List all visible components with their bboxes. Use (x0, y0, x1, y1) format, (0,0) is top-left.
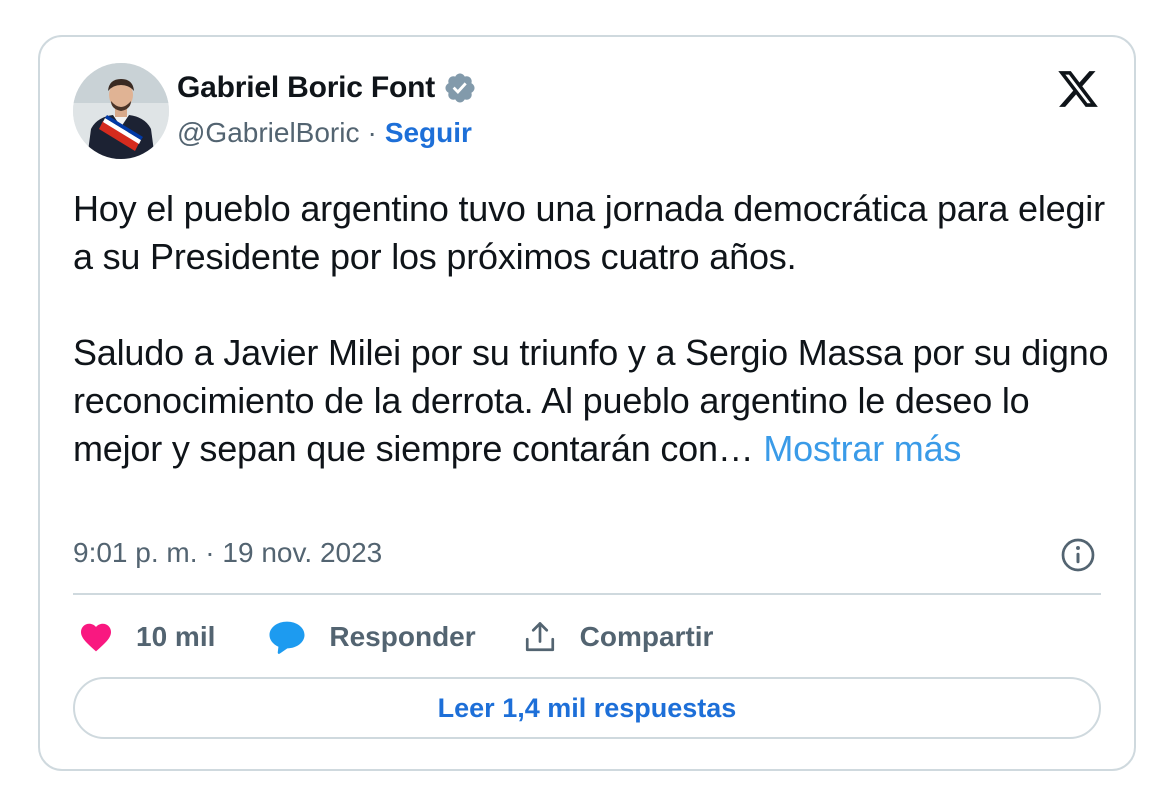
divider (73, 593, 1101, 595)
show-more-link[interactable]: Mostrar más (763, 428, 961, 469)
verified-badge-icon (443, 71, 477, 105)
read-replies-button[interactable]: Leer 1,4 mil respuestas (73, 677, 1101, 739)
avatar-photo (73, 63, 169, 159)
heart-icon (78, 619, 114, 655)
share-button[interactable]: Compartir (522, 619, 714, 655)
read-replies-label: Leer 1,4 mil respuestas (437, 692, 737, 723)
reply-label: Responder (329, 621, 476, 652)
author-handle-row: @GabrielBoric · Seguir (177, 117, 472, 149)
reply-button[interactable]: Responder (267, 618, 476, 656)
tweet-embed-card: Gabriel Boric Font @GabrielBoric · Segui… (38, 35, 1136, 771)
author-handle[interactable]: @GabrielBoric (177, 117, 359, 149)
speech-bubble-icon (267, 618, 307, 656)
tweet-paragraph-1: Hoy el pueblo argentino tuvo una jornada… (73, 188, 1105, 277)
tweet-paragraph: Saludo a Javier Milei por su triunfo y a… (73, 329, 1113, 473)
share-label: Compartir (579, 621, 714, 652)
tweet-paragraph: Hoy el pueblo argentino tuvo una jornada… (73, 185, 1113, 281)
author-name-row: Gabriel Boric Font (177, 71, 477, 105)
author-display-name[interactable]: Gabriel Boric Font (177, 71, 435, 105)
follow-link[interactable]: Seguir (385, 117, 472, 149)
tweet-timestamp[interactable]: 9:01 p. m. · 19 nov. 2023 (73, 537, 382, 569)
like-count: 10 mil (136, 621, 216, 652)
share-upload-icon (522, 619, 558, 655)
action-bar: 10 mil Responder Compartir (78, 615, 713, 659)
avatar[interactable] (73, 63, 169, 159)
separator-dot: · (367, 117, 377, 148)
x-logo-icon[interactable] (1056, 67, 1100, 111)
info-icon[interactable] (1060, 537, 1096, 573)
tweet-text: Hoy el pueblo argentino tuvo una jornada… (73, 185, 1113, 473)
like-button[interactable]: 10 mil (78, 619, 215, 655)
